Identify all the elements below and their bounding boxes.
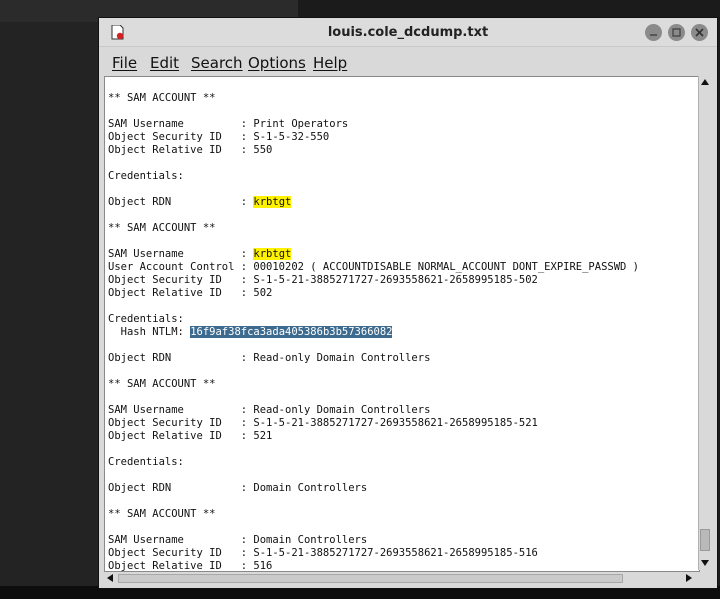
- text-line: SAM Username : krbtgt: [108, 248, 639, 261]
- scroll-right-arrow-icon[interactable]: [686, 574, 692, 582]
- maximize-icon: [672, 28, 681, 37]
- text-line: SAM Username : Read-only Domain Controll…: [108, 404, 431, 416]
- scroll-left-arrow-icon[interactable]: [107, 574, 113, 582]
- text-editor-window: louis.cole_dcdump.txt File Edit Search O…: [98, 17, 718, 589]
- text-line: Credentials:: [108, 170, 184, 182]
- text-line: [108, 521, 639, 534]
- text-line: [108, 469, 639, 482]
- text-line: Object Relative ID : 550: [108, 144, 273, 156]
- text-line: Object RDN : Domain Controllers: [108, 482, 368, 494]
- text-line: [108, 495, 639, 508]
- horizontal-scrollbar[interactable]: [104, 572, 698, 585]
- text-line: Object Security ID : S-1-5-21-3885271727…: [108, 547, 538, 559]
- text-area[interactable]: Object RDN : Print Operators** SAM ACCOU…: [104, 76, 700, 572]
- text-line: [108, 235, 639, 248]
- text-line: ** SAM ACCOUNT **: [108, 92, 216, 104]
- text-line: Object Relative ID : 502: [108, 287, 273, 299]
- text-line: Object Security ID : S-1-5-21-3885271727…: [108, 417, 538, 429]
- text-line: Object RDN : Read-only Domain Controller…: [108, 352, 431, 364]
- vertical-scrollbar[interactable]: [698, 76, 711, 570]
- minimize-button[interactable]: [645, 24, 662, 41]
- title-bar[interactable]: louis.cole_dcdump.txt: [99, 18, 717, 47]
- text-line: Credentials:: [108, 313, 184, 325]
- horizontal-scroll-thumb[interactable]: [118, 574, 623, 583]
- text-line: Hash NTLM: 16f9af38fca3ada405386b3b57366…: [108, 326, 639, 339]
- text-line: [108, 300, 639, 313]
- text-line: [108, 157, 639, 170]
- text-line: [108, 79, 639, 92]
- text-line: ** SAM ACCOUNT **: [108, 508, 216, 520]
- menu-edit[interactable]: Edit: [150, 54, 179, 72]
- search-highlight: krbtgt: [253, 196, 292, 208]
- text-line: [108, 339, 639, 352]
- menu-options[interactable]: Options: [248, 54, 306, 72]
- text-line: SAM Username : Print Operators: [108, 118, 349, 130]
- text-line: User Account Control : 00010202 ( ACCOUN…: [108, 261, 640, 273]
- scroll-up-arrow-icon[interactable]: [701, 79, 709, 85]
- text-line: Object Security ID : S-1-5-32-550: [108, 131, 330, 143]
- window-title: louis.cole_dcdump.txt: [327, 25, 489, 40]
- scroll-down-arrow-icon[interactable]: [701, 560, 709, 566]
- text-line: [108, 183, 639, 196]
- line-prefix: Object RDN :: [108, 196, 254, 208]
- text-line: Object Security ID : S-1-5-21-3885271727…: [108, 274, 538, 286]
- text-content: Object RDN : Print Operators** SAM ACCOU…: [108, 77, 640, 572]
- menu-file[interactable]: File: [112, 54, 137, 72]
- search-highlight: krbtgt: [253, 248, 292, 260]
- maximize-button[interactable]: [668, 24, 685, 41]
- text-line: Object RDN : krbtgt: [108, 196, 639, 209]
- menu-search[interactable]: Search: [191, 54, 243, 72]
- menu-bar: File Edit Search Options Help: [99, 47, 717, 75]
- text-line: ** SAM ACCOUNT **: [108, 222, 216, 234]
- vertical-scroll-thumb[interactable]: [700, 529, 710, 551]
- close-icon: [695, 28, 704, 37]
- text-line: Object Relative ID : 521: [108, 430, 273, 442]
- text-line: ** SAM ACCOUNT **: [108, 378, 216, 390]
- text-line: [108, 209, 639, 222]
- line-prefix: SAM Username :: [108, 248, 254, 260]
- selected-text: 16f9af38fca3ada405386b3b57366082: [190, 326, 393, 338]
- line-prefix: Hash NTLM:: [108, 326, 191, 338]
- minimize-icon: [650, 34, 657, 36]
- text-line: [108, 443, 639, 456]
- text-line: Credentials:: [108, 456, 184, 468]
- text-line: [108, 391, 639, 404]
- text-line: [108, 105, 639, 118]
- text-line: Object Relative ID : 516: [108, 560, 273, 572]
- text-line: SAM Username : Domain Controllers: [108, 534, 368, 546]
- menu-help[interactable]: Help: [313, 54, 347, 72]
- text-line: [108, 365, 639, 378]
- close-button[interactable]: [691, 24, 708, 41]
